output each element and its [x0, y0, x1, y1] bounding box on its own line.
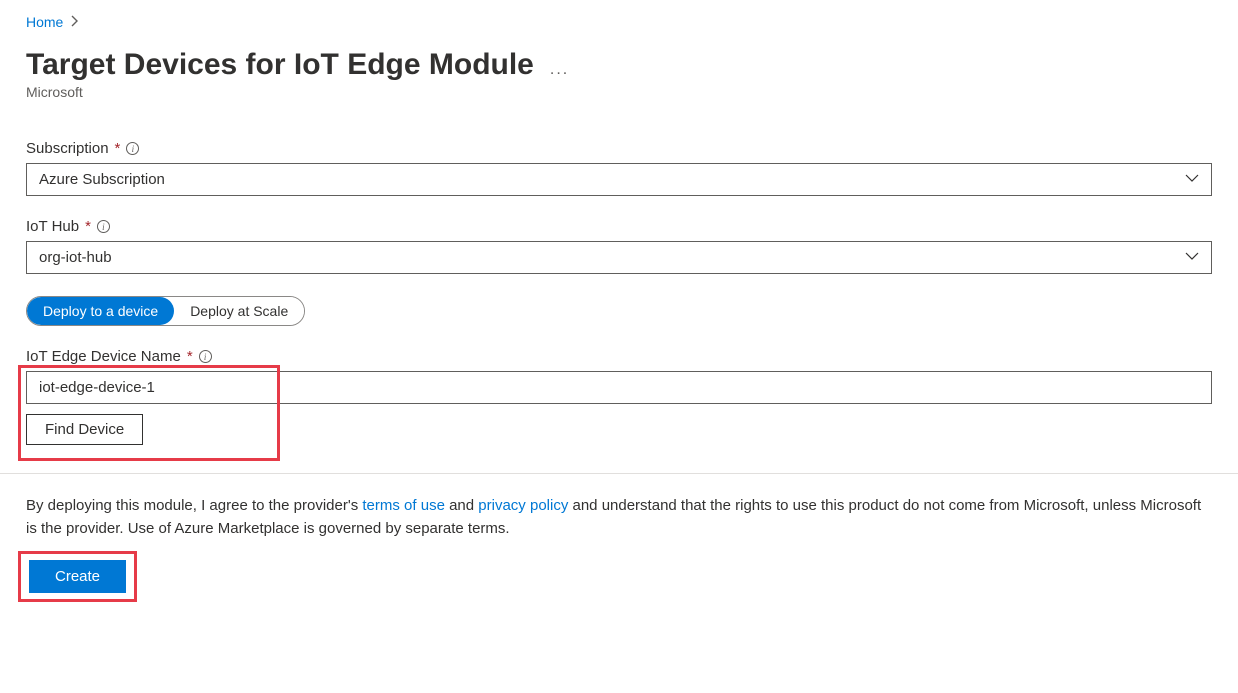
subscription-value: Azure Subscription	[39, 171, 165, 188]
device-name-input[interactable]	[26, 371, 1212, 404]
device-name-label: IoT Edge Device Name	[26, 348, 181, 365]
subscription-label: Subscription	[26, 140, 109, 157]
deploy-mode-toggle: Deploy to a device Deploy at Scale	[26, 296, 305, 326]
highlight-annotation: Create	[18, 551, 137, 602]
breadcrumb: Home	[26, 14, 1212, 30]
find-device-button[interactable]: Find Device	[26, 414, 143, 445]
subscription-select[interactable]: Azure Subscription	[26, 163, 1212, 196]
iothub-value: org-iot-hub	[39, 249, 112, 266]
create-button[interactable]: Create	[29, 560, 126, 593]
info-icon[interactable]: i	[199, 350, 212, 363]
footer-disclaimer: By deploying this module, I agree to the…	[26, 494, 1212, 541]
chevron-right-icon	[71, 15, 79, 30]
privacy-policy-link[interactable]: privacy policy	[478, 497, 568, 514]
chevron-down-icon	[1185, 173, 1199, 187]
breadcrumb-home-link[interactable]: Home	[26, 14, 63, 30]
iothub-label: IoT Hub	[26, 218, 79, 235]
iothub-select[interactable]: org-iot-hub	[26, 241, 1212, 274]
chevron-down-icon	[1185, 251, 1199, 265]
deploy-to-device-toggle[interactable]: Deploy to a device	[27, 297, 174, 325]
page-subtitle: Microsoft	[26, 84, 1212, 100]
info-icon[interactable]: i	[126, 142, 139, 155]
deploy-at-scale-toggle[interactable]: Deploy at Scale	[174, 297, 304, 325]
required-star-icon: *	[187, 348, 193, 365]
more-actions-button[interactable]: ...	[550, 61, 569, 79]
terms-of-use-link[interactable]: terms of use	[362, 497, 445, 514]
info-icon[interactable]: i	[97, 220, 110, 233]
page-title: Target Devices for IoT Edge Module	[26, 48, 534, 82]
required-star-icon: *	[85, 218, 91, 235]
required-star-icon: *	[115, 140, 121, 157]
